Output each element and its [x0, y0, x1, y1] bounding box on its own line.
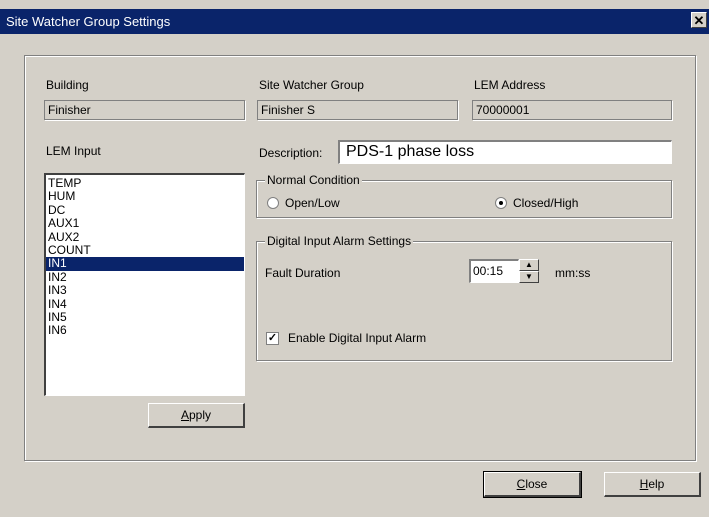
list-item[interactable]: DC	[46, 203, 244, 217]
list-item[interactable]: COUNT	[46, 243, 244, 257]
help-button[interactable]: Help	[604, 472, 701, 497]
fault-duration-input[interactable]: 00:15	[469, 259, 519, 283]
site-watcher-group-field: Finisher S	[257, 100, 458, 120]
site-watcher-group-label: Site Watcher Group	[259, 78, 364, 92]
list-item[interactable]: AUX2	[46, 230, 244, 244]
open-low-radio[interactable]	[267, 197, 279, 209]
list-item[interactable]: IN5	[46, 310, 244, 324]
list-item[interactable]: IN4	[46, 297, 244, 311]
spin-down-icon[interactable]: ▼	[519, 271, 539, 283]
lem-input-label: LEM Input	[46, 144, 101, 158]
list-item-selected[interactable]: IN1	[46, 257, 244, 271]
apply-mnemonic: A	[180, 408, 189, 422]
list-item[interactable]: AUX1	[46, 216, 244, 230]
enable-alarm-label[interactable]: Enable Digital Input Alarm	[288, 331, 426, 345]
lem-input-list[interactable]: TEMP HUM DC AUX1 AUX2 COUNT IN1 IN2 IN3 …	[44, 173, 245, 396]
open-low-label[interactable]: Open/Low	[285, 196, 340, 210]
closed-high-radio[interactable]	[495, 197, 507, 209]
fault-duration-spinner[interactable]: ▲ ▼	[519, 259, 539, 283]
help-label: elp	[648, 477, 665, 491]
apply-button[interactable]: Apply	[148, 403, 245, 428]
lem-address-field: 70000001	[472, 100, 672, 120]
spin-up-icon[interactable]: ▲	[519, 259, 539, 271]
settings-dialog: Site Watcher Group Settings ✕ Building F…	[0, 0, 709, 517]
checkmark-icon: ✓	[267, 332, 278, 344]
alarm-settings-legend: Digital Input Alarm Settings	[265, 234, 414, 248]
fault-duration-unit: mm:ss	[555, 266, 591, 280]
list-item[interactable]: HUM	[46, 190, 244, 203]
list-item[interactable]: IN3	[46, 283, 244, 297]
list-item[interactable]: TEMP	[46, 176, 244, 190]
enable-alarm-checkbox[interactable]: ✓	[266, 332, 279, 345]
close-button[interactable]: Close	[483, 471, 582, 498]
fault-duration-label: Fault Duration	[265, 266, 341, 280]
list-item[interactable]: IN2	[46, 270, 244, 284]
list-item[interactable]: IN6	[46, 324, 244, 337]
normal-condition-group: Normal Condition Open/Low Closed/High	[256, 173, 672, 218]
building-field: Finisher	[44, 100, 245, 120]
building-label: Building	[46, 78, 89, 92]
close-label: lose	[525, 477, 548, 491]
window-title: Site Watcher Group Settings	[6, 14, 171, 29]
closed-high-label[interactable]: Closed/High	[513, 196, 578, 210]
apply-label: pply	[189, 408, 212, 422]
lem-address-label: LEM Address	[474, 78, 546, 92]
description-label: Description:	[259, 146, 323, 160]
title-bar[interactable]: Site Watcher Group Settings ✕	[0, 9, 709, 34]
normal-condition-legend: Normal Condition	[265, 173, 362, 187]
radio-selected-dot	[499, 201, 503, 205]
close-icon: ✕	[693, 13, 705, 28]
description-input[interactable]: PDS-1 phase loss	[338, 140, 672, 164]
window-close-button[interactable]: ✕	[691, 12, 707, 28]
